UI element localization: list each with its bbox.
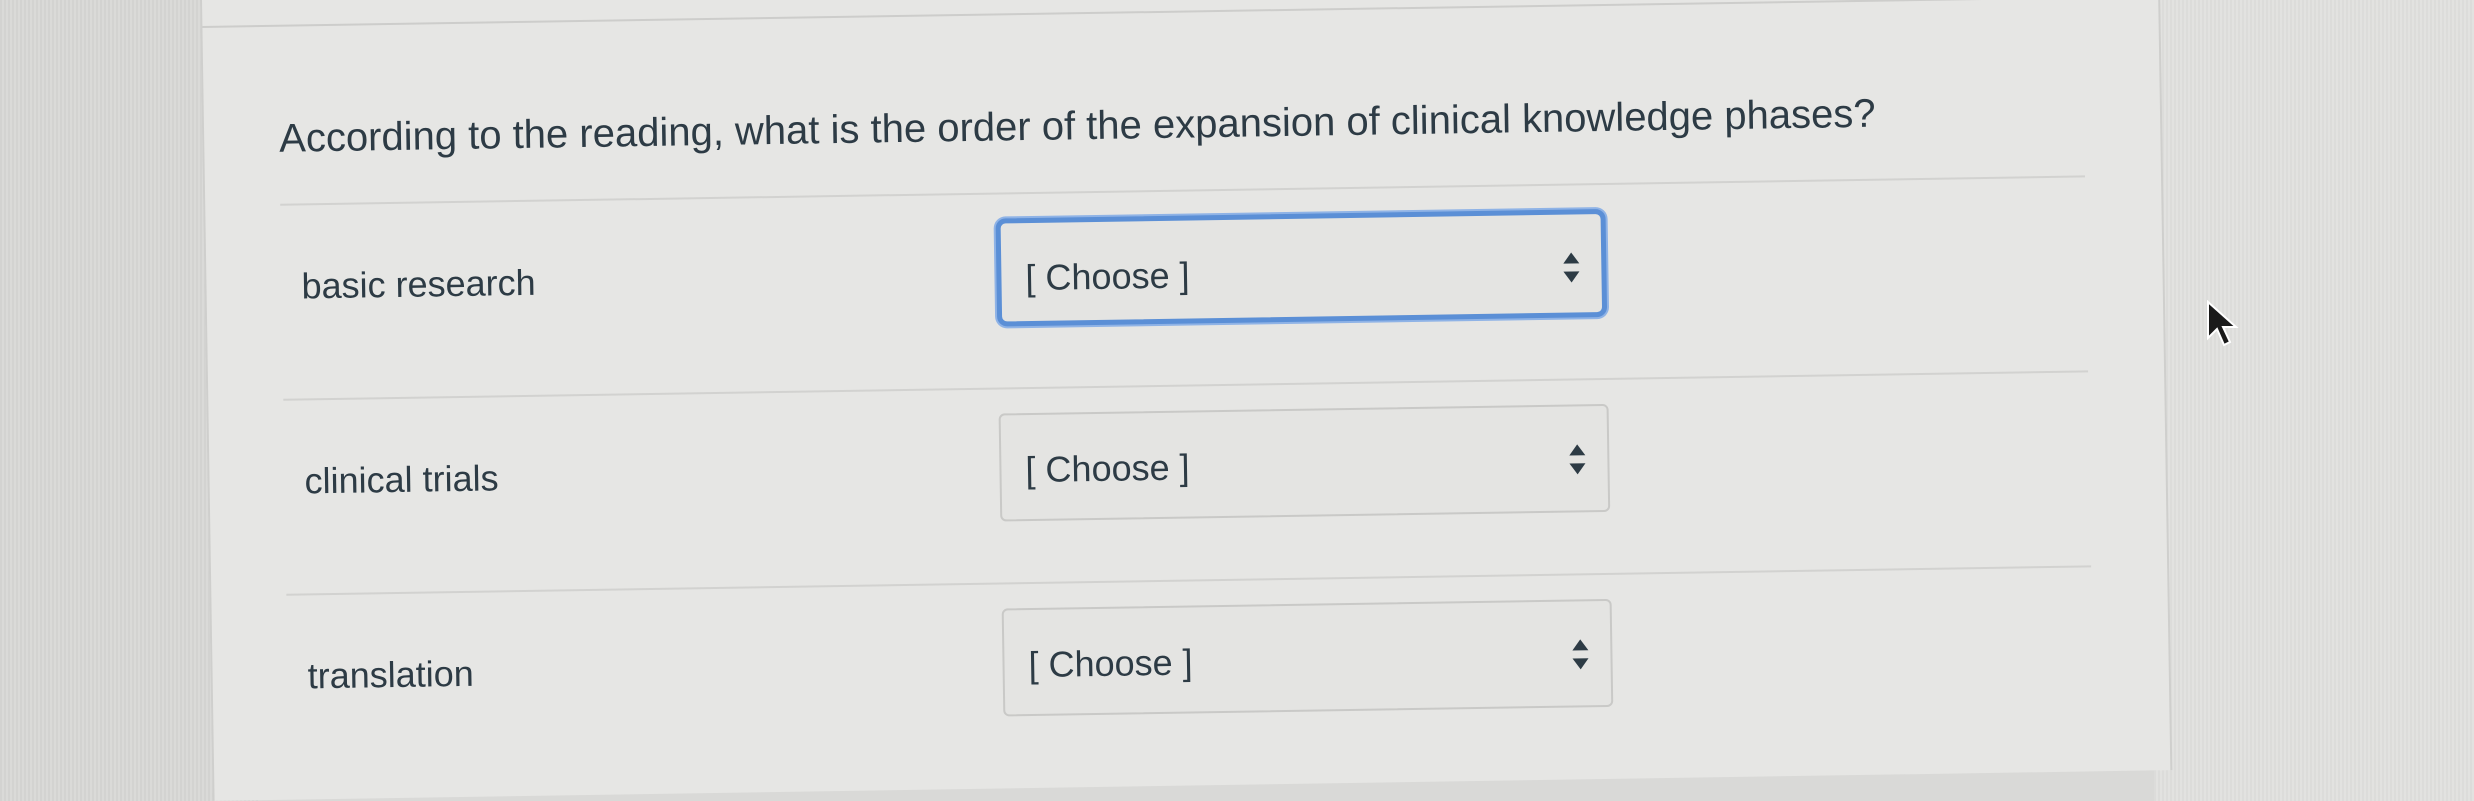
answer-label: clinical trials bbox=[304, 457, 499, 502]
select-value: [ Choose ] bbox=[1028, 641, 1193, 686]
select-value: [ Choose ] bbox=[1025, 254, 1190, 299]
question-text: According to the reading, what is the or… bbox=[278, 91, 1876, 161]
select-value: [ Choose ] bbox=[1025, 446, 1190, 491]
up-down-arrows-icon bbox=[1572, 639, 1588, 669]
answer-row-translation: translation [ Choose ] bbox=[212, 584, 2174, 735]
answer-row-clinical-trials: clinical trials [ Choose ] bbox=[209, 389, 2171, 540]
answer-select[interactable]: [ Choose ] bbox=[1001, 598, 1614, 717]
mouse-pointer-icon bbox=[2207, 300, 2239, 347]
up-down-arrows-icon bbox=[1569, 444, 1585, 474]
up-down-arrows-icon bbox=[1563, 252, 1579, 282]
answer-select[interactable]: [ Choose ] bbox=[998, 403, 1611, 522]
question-card: According to the reading, what is the or… bbox=[200, 0, 2174, 801]
answer-row-basic-research: basic research [ Choose ] bbox=[206, 194, 2168, 345]
answer-label: basic research bbox=[301, 261, 536, 307]
answer-label: translation bbox=[307, 652, 475, 697]
right-gutter bbox=[2154, 0, 2474, 801]
answer-select[interactable]: [ Choose ] bbox=[995, 208, 1608, 327]
